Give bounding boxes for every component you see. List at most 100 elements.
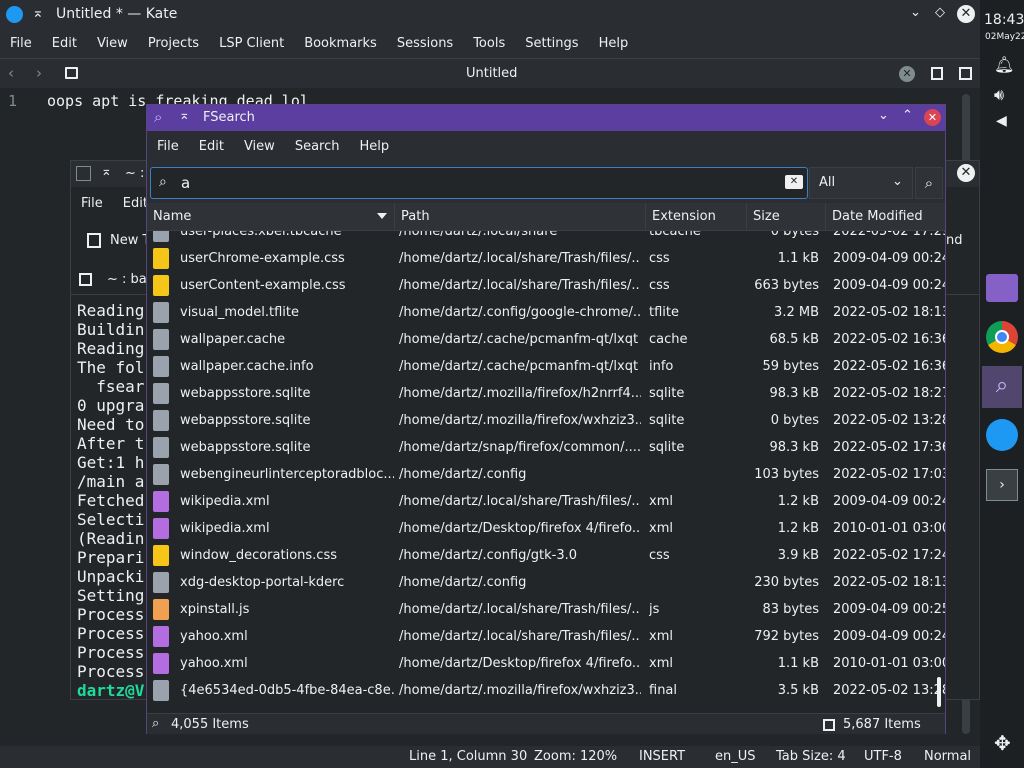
- cursor-position[interactable]: Line 1, Column 30: [409, 749, 527, 764]
- result-row[interactable]: window_decorations.css/home/dartz/.confi…: [147, 542, 945, 569]
- konsole-close-icon[interactable]: ✕: [957, 164, 975, 182]
- file-date: 2009-04-09 00:25: [833, 602, 945, 617]
- col-size[interactable]: Size: [747, 203, 826, 231]
- result-row[interactable]: webappsstore.sqlite/home/dartz/.mozilla/…: [147, 380, 945, 407]
- file-extension: xml: [649, 494, 673, 509]
- save-icon[interactable]: [65, 67, 78, 79]
- file-name: webengineurlinterceptoradbloc...: [180, 467, 394, 482]
- search-icon: ⌕: [159, 174, 167, 190]
- close-icon[interactable]: ✕: [924, 109, 941, 126]
- split-view-icon[interactable]: [959, 67, 972, 80]
- col-path[interactable]: Path: [395, 203, 646, 231]
- konsole-task-icon[interactable]: ›: [986, 469, 1018, 501]
- new-tab-icon[interactable]: [87, 233, 101, 248]
- close-icon[interactable]: ✕: [957, 5, 975, 23]
- file-date: 2009-04-09 00:24: [833, 251, 945, 266]
- result-row[interactable]: user-places.xbel.tbcache/home/dartz/.loc…: [147, 231, 945, 245]
- kate-task-icon[interactable]: [986, 419, 1018, 451]
- konsole-new-tab-button[interactable]: New T: [110, 233, 150, 248]
- tab-untitled[interactable]: Untitled: [466, 66, 517, 81]
- result-row[interactable]: {4e6534ed-0db5-4fbe-84ea-c8e... /home/dar…: [147, 677, 945, 704]
- file-date: 2022-05-02 18:13: [833, 575, 945, 590]
- encoding[interactable]: UTF-8: [864, 749, 902, 764]
- file-size: 59 bytes: [762, 359, 820, 374]
- result-row[interactable]: xpinstall.js/home/dartz/.local/share/Tra…: [147, 596, 945, 623]
- result-row[interactable]: webappsstore.sqlite/home/dartz/.mozilla/…: [147, 407, 945, 434]
- tray-expand-icon[interactable]: ◀: [996, 113, 1007, 129]
- result-row[interactable]: userChrome-example.css/home/dartz/.local…: [147, 245, 945, 272]
- keep-above-icon[interactable]: ⌅: [101, 164, 112, 179]
- menu-edit[interactable]: Edit: [42, 30, 87, 58]
- col-date[interactable]: Date Modified: [826, 203, 945, 231]
- result-row[interactable]: yahoo.xml/home/dartz/Desktop/firefox 4/f…: [147, 650, 945, 677]
- fs-menu-help[interactable]: Help: [349, 133, 399, 161]
- keep-above-icon[interactable]: ⌅: [179, 108, 190, 123]
- tab-size[interactable]: Tab Size: 4: [776, 749, 846, 764]
- file-name: webappsstore.sqlite: [180, 413, 311, 428]
- minimize-icon[interactable]: ⌄: [878, 108, 889, 123]
- result-row[interactable]: webengineurlinterceptoradbloc... /home/da…: [147, 461, 945, 488]
- fs-menu-view[interactable]: View: [234, 133, 285, 161]
- konsole-menu-file[interactable]: File: [71, 190, 113, 218]
- notification-bell-icon[interactable]: 🔔︎: [994, 55, 1014, 74]
- result-row[interactable]: yahoo.xml/home/dartz/.local/share/Trash/…: [147, 623, 945, 650]
- search-query[interactable]: a: [181, 174, 190, 192]
- menu-bookmarks[interactable]: Bookmarks: [294, 30, 387, 58]
- result-row[interactable]: xdg-desktop-portal-kderc/home/dartz/.con…: [147, 569, 945, 596]
- keep-above-icon[interactable]: ⌅: [32, 5, 44, 21]
- menu-settings[interactable]: Settings: [515, 30, 588, 58]
- fs-menu-search[interactable]: Search: [285, 133, 350, 161]
- file-path: /home/dartz/.mozilla/firefox/wxhziz3...: [399, 683, 641, 698]
- insert-mode[interactable]: INSERT: [639, 749, 685, 764]
- result-row[interactable]: wallpaper.cache/home/dartz/.cache/pcmanf…: [147, 326, 945, 353]
- file-extension: [649, 569, 744, 596]
- tab-close-icon[interactable]: ✕: [899, 66, 915, 82]
- clear-search-icon[interactable]: ✕: [785, 175, 803, 189]
- result-row[interactable]: userContent-example.css/home/dartz/.loca…: [147, 272, 945, 299]
- file-size: 1.2 kB: [777, 521, 819, 536]
- col-name[interactable]: Name: [147, 203, 395, 231]
- items-count-left: 4,055 Items: [171, 717, 249, 732]
- search-button[interactable]: ⌕: [915, 167, 943, 199]
- back-icon[interactable]: ‹: [8, 64, 14, 82]
- dictionary-language[interactable]: en_US: [715, 749, 756, 764]
- menu-tools[interactable]: Tools: [463, 30, 515, 58]
- application-launcher-icon[interactable]: ✥: [994, 731, 1011, 755]
- dolphin-folder-icon[interactable]: [986, 274, 1018, 302]
- menu-help[interactable]: Help: [589, 30, 639, 58]
- menu-file[interactable]: File: [0, 30, 42, 58]
- file-extension: sqlite: [649, 440, 685, 455]
- term-line: Prepari: [77, 548, 145, 567]
- forward-icon[interactable]: ›: [36, 64, 42, 82]
- results-list[interactable]: user-places.xbel.tbcache/home/dartz/.loc…: [147, 231, 945, 713]
- result-row[interactable]: wikipedia.xml/home/dartz/.local/share/Tr…: [147, 488, 945, 515]
- input-mode[interactable]: Normal: [924, 749, 971, 764]
- maximize-icon[interactable]: ⌃: [902, 108, 913, 123]
- chrome-icon[interactable]: [986, 321, 1018, 353]
- file-name: wallpaper.cache: [180, 332, 286, 347]
- menu-sessions[interactable]: Sessions: [387, 30, 463, 58]
- filter-select[interactable]: All ⌄: [809, 167, 913, 199]
- new-tab-icon[interactable]: [931, 67, 943, 80]
- menu-projects[interactable]: Projects: [138, 30, 209, 58]
- fs-menu-file[interactable]: File: [147, 133, 189, 161]
- result-row[interactable]: webappsstore.sqlite/home/dartz/snap/fire…: [147, 434, 945, 461]
- volume-icon[interactable]: 🔊︎: [994, 85, 1004, 105]
- result-row[interactable]: wallpaper.cache.info/home/dartz/.cache/p…: [147, 353, 945, 380]
- file-name: yahoo.xml: [180, 629, 248, 644]
- result-row[interactable]: visual_model.tflite/home/dartz/.config/g…: [147, 299, 945, 326]
- file-path: /home/dartz/.local/share/Trash/files/...: [399, 602, 641, 617]
- maximize-icon[interactable]: ◇: [935, 5, 945, 20]
- minimize-icon[interactable]: ⌄: [910, 5, 921, 20]
- file-date: 2022-05-02 17:03: [833, 467, 945, 482]
- result-row[interactable]: wikipedia.xml/home/dartz/Desktop/firefox…: [147, 515, 945, 542]
- clock-time[interactable]: 18:43: [984, 12, 1024, 28]
- search-input[interactable]: ⌕ a ✕: [150, 167, 808, 199]
- fs-menu-edit[interactable]: Edit: [189, 133, 234, 161]
- col-extension[interactable]: Extension: [646, 203, 747, 231]
- zoom-level[interactable]: Zoom: 120%: [534, 749, 617, 764]
- results-scrollbar[interactable]: [937, 677, 941, 707]
- menu-lsp-client[interactable]: LSP Client: [209, 30, 294, 58]
- fsearch-task-icon[interactable]: ⌕: [982, 366, 1022, 408]
- menu-view[interactable]: View: [87, 30, 138, 58]
